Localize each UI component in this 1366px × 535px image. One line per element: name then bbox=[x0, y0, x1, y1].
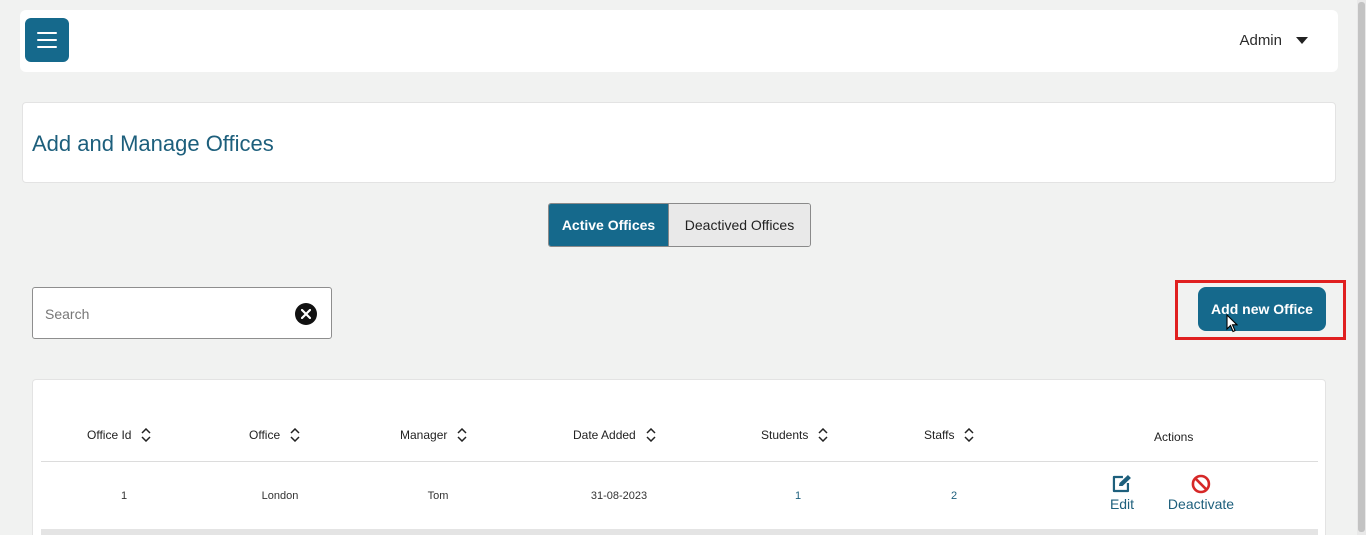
cell-office-id: 1 bbox=[120, 490, 128, 502]
column-header-manager[interactable]: Manager bbox=[400, 428, 467, 442]
column-header-date-added[interactable]: Date Added bbox=[573, 428, 656, 442]
scrollbar-thumb[interactable] bbox=[1358, 2, 1365, 532]
edit-icon bbox=[1112, 475, 1131, 493]
sort-icon[interactable] bbox=[818, 428, 828, 442]
column-header-office-id[interactable]: Office Id bbox=[87, 428, 151, 442]
ban-icon bbox=[1191, 474, 1211, 494]
mouse-cursor-icon bbox=[1226, 314, 1238, 333]
edit-button[interactable]: Edit bbox=[1110, 474, 1134, 512]
cell-office: London bbox=[261, 490, 299, 502]
page-title: Add and Manage Offices bbox=[32, 131, 274, 156]
row-divider bbox=[41, 529, 1318, 535]
header-divider bbox=[41, 461, 1318, 462]
tab-deactivated-offices[interactable]: Deactived Offices bbox=[668, 204, 810, 246]
add-new-office-button[interactable]: Add new Office bbox=[1198, 287, 1326, 331]
sort-icon[interactable] bbox=[141, 428, 151, 442]
deactivate-label: Deactivate bbox=[1167, 496, 1235, 512]
clear-x-icon[interactable] bbox=[295, 303, 317, 325]
user-menu[interactable]: Admin bbox=[1239, 32, 1308, 49]
column-header-office[interactable]: Office bbox=[249, 428, 300, 442]
top-bar: Admin bbox=[20, 10, 1338, 72]
page-scrollbar[interactable] bbox=[1357, 0, 1366, 535]
sort-icon[interactable] bbox=[964, 428, 974, 442]
user-label: Admin bbox=[1239, 32, 1282, 49]
menu-button[interactable] bbox=[25, 18, 69, 62]
offices-table: Office Id Office Manager Date Added Stud… bbox=[32, 379, 1326, 535]
column-header-staffs[interactable]: Staffs bbox=[924, 428, 974, 442]
column-header-actions: Actions bbox=[1154, 430, 1194, 444]
cell-staffs-link[interactable]: 2 bbox=[951, 490, 957, 502]
deactivate-button[interactable]: Deactivate bbox=[1168, 474, 1234, 512]
sort-icon[interactable] bbox=[290, 428, 300, 442]
sort-icon[interactable] bbox=[646, 428, 656, 442]
edit-label: Edit bbox=[1109, 496, 1135, 512]
column-header-students[interactable]: Students bbox=[761, 428, 828, 442]
caret-down-icon bbox=[1296, 37, 1308, 44]
search-box bbox=[32, 287, 332, 339]
title-card: Add and Manage Offices bbox=[22, 102, 1336, 183]
office-status-toggle: Active Offices Deactived Offices bbox=[548, 203, 811, 247]
sort-icon[interactable] bbox=[457, 428, 467, 442]
hamburger-icon bbox=[37, 32, 57, 34]
search-input[interactable] bbox=[45, 302, 285, 326]
cell-students-link[interactable]: 1 bbox=[795, 490, 801, 502]
cell-date-added: 31-08-2023 bbox=[590, 490, 648, 502]
cell-manager: Tom bbox=[427, 490, 449, 502]
tab-active-offices[interactable]: Active Offices bbox=[549, 204, 668, 246]
